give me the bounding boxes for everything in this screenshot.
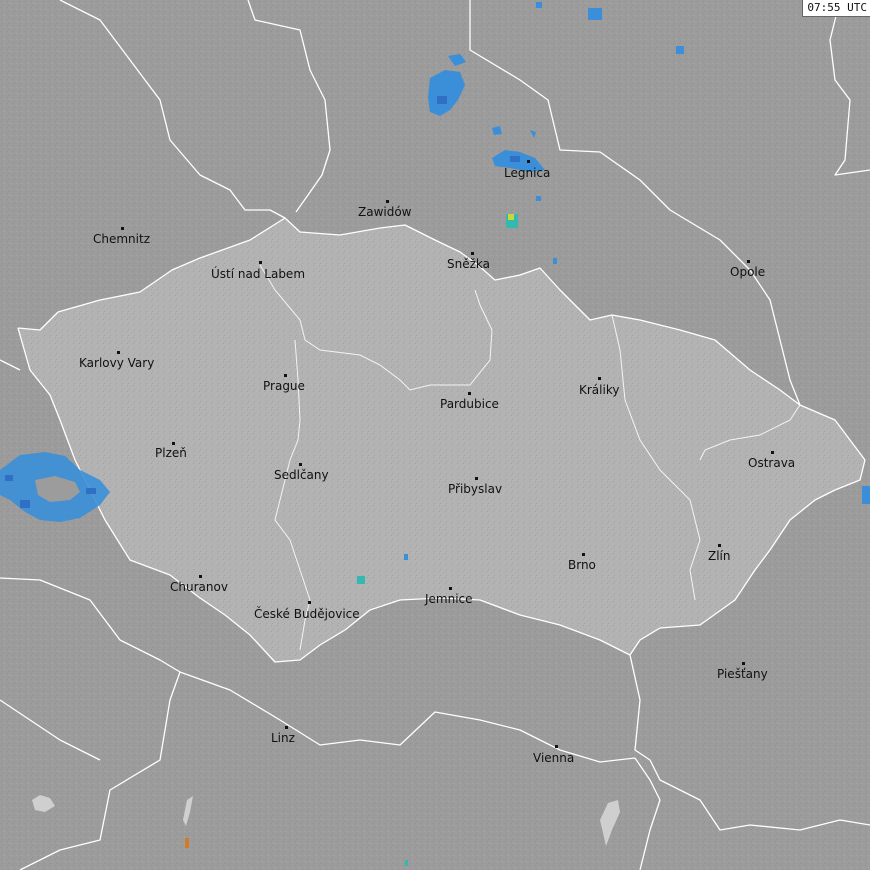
city-label-zlin: Zlín — [708, 549, 731, 563]
city-dot — [284, 374, 287, 377]
city-dot — [259, 261, 262, 264]
city-label-plzen: Plzeň — [155, 446, 187, 460]
city-dot — [475, 477, 478, 480]
map-base — [0, 0, 870, 870]
city-dot — [555, 745, 558, 748]
city-dot — [285, 726, 288, 729]
city-label-pribyslav: Přibyslav — [448, 482, 503, 496]
city-dot — [468, 392, 471, 395]
city-dot — [172, 442, 175, 445]
city-dot — [308, 601, 311, 604]
radar-map[interactable]: Chemnitz Ústí nad Labem Zawidów Legnica … — [0, 0, 870, 870]
city-label-kraliky: Králiky — [579, 383, 620, 397]
city-label-prague: Prague — [263, 379, 305, 393]
city-dot — [771, 451, 774, 454]
city-label-snezka: Sněžka — [447, 257, 490, 271]
city-label-zawidow: Zawidów — [358, 205, 412, 219]
city-label-sedlcany: Sedlčany — [274, 468, 329, 482]
city-dot — [299, 463, 302, 466]
city-dot — [121, 227, 124, 230]
city-dot — [471, 252, 474, 255]
city-dot — [449, 587, 452, 590]
city-label-pardubice: Pardubice — [440, 397, 499, 411]
city-dot — [747, 260, 750, 263]
city-label-vienna: Vienna — [533, 751, 575, 765]
city-label-linz: Linz — [271, 731, 295, 745]
city-dot — [527, 160, 530, 163]
city-dot — [742, 662, 745, 665]
city-label-jemnice: Jemnice — [425, 592, 473, 606]
city-label-karlovy-vary: Karlovy Vary — [79, 356, 155, 370]
city-label-opole: Opole — [730, 265, 766, 279]
city-label-brno: Brno — [568, 558, 596, 572]
timestamp-label: 07:55 UTC — [802, 0, 870, 17]
city-dot — [582, 553, 585, 556]
city-dot — [117, 351, 120, 354]
city-dot — [718, 544, 721, 547]
city-dot — [598, 377, 601, 380]
city-dot — [386, 200, 389, 203]
city-label-ostrava: Ostrava — [748, 456, 796, 470]
city-label-usti: Ústí nad Labem — [211, 267, 306, 281]
city-label-ceske-budejovice: České Budějovice — [254, 607, 360, 621]
city-label-legnica: Legnica — [504, 166, 551, 180]
city-dot — [199, 575, 202, 578]
city-label-piestany: Piešťany — [717, 667, 768, 681]
city-label-chemnitz: Chemnitz — [93, 232, 150, 246]
city-label-churanov: Churanov — [170, 580, 228, 594]
